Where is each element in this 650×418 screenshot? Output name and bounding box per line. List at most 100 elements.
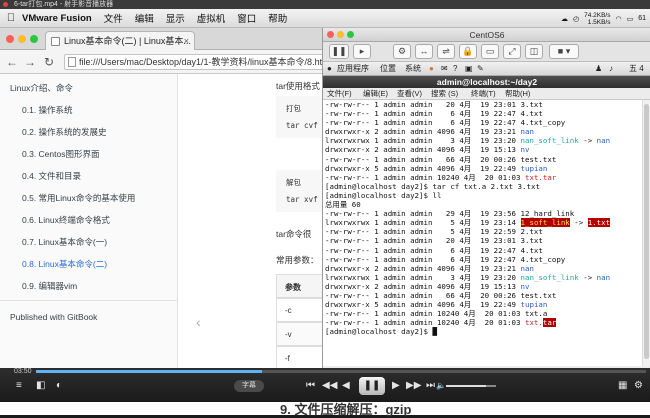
browser-tab[interactable]: Linux基本命令(二) | Linux基本... × <box>45 31 195 50</box>
terminal-line: lrwxrwxrwx 1 admin admin 3 4月 19 23:20 n… <box>325 136 611 146</box>
volume-slider[interactable] <box>446 385 496 387</box>
menu-edit[interactable]: 编辑 <box>135 11 154 25</box>
guest-top-panel: ● 应用程序 位置 系统 ● ✉ ? ▣ ✎ ♟ ♪ 五 4 <box>323 62 650 76</box>
window-minimize-icon[interactable] <box>18 35 26 43</box>
next-icon[interactable]: ⏭ <box>426 381 435 391</box>
vm-close-icon[interactable] <box>327 31 334 38</box>
menu-help[interactable]: 帮助 <box>268 11 287 25</box>
terminal-menu-file[interactable]: 文件(F) <box>327 88 352 100</box>
sidebar-item-files-dirs[interactable]: 0.4. 文件和目录 <box>22 170 81 182</box>
terminal-output[interactable]: -rw-rw-r-- 1 admin admin 20 4月 19 23:01 … <box>323 100 650 366</box>
terminal-launcher-icon[interactable]: ▣ <box>465 62 473 76</box>
content-params-heading: 常用参数： <box>276 255 319 265</box>
next-section-heading: 9. 文件压缩解压：gzip <box>280 402 412 417</box>
terminal-line: 总用量 60 <box>325 200 361 210</box>
guest-clock: 五 4 <box>629 64 644 73</box>
user-icon[interactable]: ♟ <box>595 62 602 76</box>
pause-vm-icon[interactable]: ❚❚ <box>329 44 349 59</box>
pause-button[interactable]: ❚❚ <box>359 377 385 395</box>
menu-file[interactable]: 文件 <box>104 11 123 25</box>
network-icon[interactable]: ↔ <box>415 44 433 59</box>
tab-close-icon[interactable]: × <box>184 32 189 50</box>
wifi-icon[interactable]: ◠ <box>615 15 621 23</box>
menu-window[interactable]: 窗口 <box>237 11 256 25</box>
sidebar-item-vim[interactable]: 0.9. 编辑器vim <box>22 280 77 292</box>
aspect-icon[interactable]: ◧ <box>36 381 45 391</box>
battery-icon[interactable]: ▭ <box>627 15 634 23</box>
terminal-titlebar: admin@localhost:~/day2 <box>323 76 650 88</box>
table-header: 参数 <box>276 274 323 298</box>
clock-icon[interactable]: ◴ <box>573 15 579 23</box>
step-back-icon[interactable]: ◀ <box>342 381 350 391</box>
guest-menu-places[interactable]: 位置 <box>380 62 396 76</box>
guest-menu-system[interactable]: 系统 <box>405 62 421 76</box>
step-forward-icon[interactable]: ▶ <box>392 381 400 391</box>
terminal-line: -rw-rw-r-- 1 admin admin 6 4月 19 22:47 4… <box>325 118 566 128</box>
terminal-menu-view[interactable]: 查看(V) <box>397 88 422 100</box>
fast-forward-icon[interactable]: ▶▶ <box>406 381 421 391</box>
table-row: -c <box>276 298 323 322</box>
sidebar-item-centos-gui[interactable]: 0.3. Centos图形界面 <box>22 148 99 160</box>
terminal-scrollbar[interactable] <box>642 100 650 366</box>
volume-icon[interactable]: ♪ <box>609 62 613 76</box>
code-block-pack: 打包 tar cvf <box>276 96 323 138</box>
terminal-line: -rw-rw-r-- 1 admin admin 5 4月 19 22:59 2… <box>325 227 543 237</box>
player-title: 6-tar打包.mp4 - 射手影音播放器 <box>14 1 114 8</box>
settings-icon[interactable]: ⚙ <box>393 44 411 59</box>
menu-vm[interactable]: 虚拟机 <box>197 11 226 25</box>
speaker-icon[interactable]: 🔈 <box>436 381 446 391</box>
gitbook-link[interactable]: Published with GitBook <box>10 312 97 322</box>
terminal-line: -rw-rw-r-- 1 admin admin 66 4月 20 00:26 … <box>325 290 557 300</box>
share-icon[interactable]: ⤢ <box>503 44 521 59</box>
lock-icon[interactable]: 🔒 <box>459 44 477 59</box>
terminal-menu-edit[interactable]: 编辑(E) <box>363 88 388 100</box>
subtitle-button[interactable]: 字幕 <box>234 380 264 392</box>
sidebar-item-basic-commands-2[interactable]: 0.8. Linux基本命令(二) <box>22 258 107 270</box>
menubar-app-name[interactable]: VMware Fusion <box>22 13 92 24</box>
fullscreen-icon[interactable]: ▭ <box>481 44 499 59</box>
guest-menu-applications[interactable]: 应用程序 <box>337 62 369 76</box>
sidebar-item-common-commands[interactable]: 0.5. 常用Linux命令的基本使用 <box>22 192 135 204</box>
sidebar-root[interactable]: Linux介绍、命令 <box>10 82 73 94</box>
reload-icon[interactable]: ↻ <box>44 54 54 70</box>
sidebar-item-basic-commands-1[interactable]: 0.7. Linux基本命令(一) <box>22 236 107 248</box>
terminal-line: drwxrwxr-x 5 admin admin 4096 4月 19 22:4… <box>325 163 548 173</box>
stop-icon[interactable]: ■ ▾ <box>549 44 579 59</box>
terminal-line: -rw-rw-r-- 1 admin admin 10240 4月 20 01:… <box>325 309 548 319</box>
cloud-icon[interactable]: ☁ <box>561 15 568 23</box>
prev-page-icon[interactable]: ‹ <box>196 314 201 330</box>
playlist-icon[interactable]: ≡ <box>16 381 22 391</box>
back-icon[interactable]: ← <box>6 54 18 70</box>
firefox-icon[interactable]: ● <box>429 62 434 76</box>
player-titlebar: 6-tar打包.mp4 - 射手影音播放器 <box>0 0 650 9</box>
vm-zoom-icon[interactable] <box>347 31 354 38</box>
editor-icon[interactable]: ✎ <box>477 62 484 76</box>
mail-icon[interactable]: ✉ <box>441 62 448 76</box>
terminal-menu-help[interactable]: 帮助(H) <box>505 88 530 100</box>
forward-icon[interactable]: → <box>24 54 36 70</box>
usb-icon[interactable]: ⇌ <box>437 44 455 59</box>
capture-icon[interactable]: ▦ <box>618 381 627 391</box>
color-icon[interactable]: ◐ <box>56 381 62 391</box>
help-icon[interactable]: ? <box>453 62 457 76</box>
url-field[interactable]: file:///Users/mac/Desktop/day1/1-教学资料/li… <box>64 54 326 70</box>
window-close-icon[interactable] <box>6 35 14 43</box>
apple-icon[interactable]:  <box>0 12 22 24</box>
terminal-menu-terminal[interactable]: 终端(T) <box>471 88 496 100</box>
scrollbar-thumb[interactable] <box>644 104 649 359</box>
rewind-icon[interactable]: ◀◀ <box>322 381 337 391</box>
sidebar-item-os[interactable]: 0.1. 操作系统 <box>22 104 73 116</box>
sidebar-item-command-format[interactable]: 0.6. Linux终端命令格式 <box>22 214 110 226</box>
settings-gear-icon[interactable]: ⚙ <box>634 381 643 391</box>
snapshot-icon[interactable]: ▸ <box>353 44 371 59</box>
terminal-menu-search[interactable]: 搜索 (S) <box>431 88 458 100</box>
seek-bar[interactable] <box>36 370 646 373</box>
sidebar-item-os-history[interactable]: 0.2. 操作系统的发展史 <box>22 126 107 138</box>
vm-minimize-icon[interactable] <box>337 31 344 38</box>
menu-view[interactable]: 显示 <box>166 11 185 25</box>
display-icon[interactable]: ◫ <box>525 44 543 59</box>
code-block-unpack: 解包 tar xvf <box>276 170 323 212</box>
window-zoom-icon[interactable] <box>30 35 38 43</box>
previous-icon[interactable]: ⏮ <box>306 381 315 391</box>
close-icon[interactable] <box>3 2 8 7</box>
